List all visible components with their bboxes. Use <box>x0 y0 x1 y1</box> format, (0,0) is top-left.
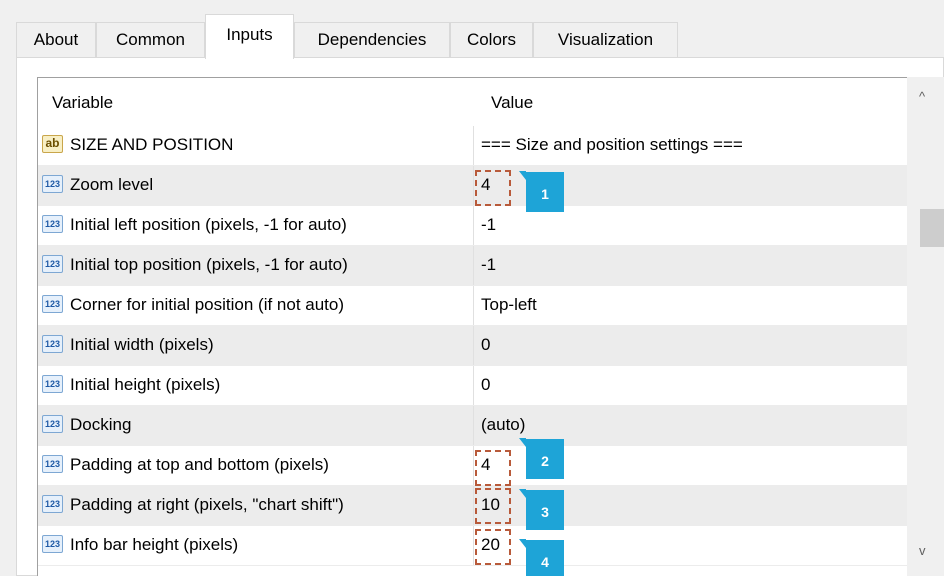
variable-value[interactable]: 0 <box>481 335 490 355</box>
variable-name: Corner for initial position (if not auto… <box>70 295 345 314</box>
cell-divider <box>473 526 474 566</box>
column-header-value[interactable]: Value <box>491 93 533 113</box>
tab-label: Dependencies <box>317 30 427 49</box>
column-header-variable[interactable]: Variable <box>52 93 113 113</box>
integer-icon: 123 <box>42 375 63 393</box>
highlight-box <box>475 488 511 524</box>
tab-dependencies[interactable]: Dependencies <box>294 22 450 58</box>
cell-divider <box>473 326 474 366</box>
variable-name: SIZE AND POSITION <box>70 135 234 154</box>
callout-badge-1: 1 <box>519 171 564 212</box>
grid-row[interactable]: 123 Corner for initial position (if not … <box>38 286 908 326</box>
tab-label: Visualization <box>557 30 654 49</box>
grid-row[interactable]: 123 Initial top position (pixels, -1 for… <box>38 246 908 286</box>
tab-visualization[interactable]: Visualization <box>533 22 678 58</box>
callout-badge-4: 4 <box>519 539 564 576</box>
callout-number: 4 <box>541 554 549 570</box>
grid-row[interactable]: 123 Info bar height (pixels) 20 <box>38 526 908 566</box>
highlight-box <box>475 529 511 565</box>
vertical-scrollbar[interactable]: ^ v <box>907 77 944 576</box>
variable-name: Initial width (pixels) <box>70 335 214 354</box>
integer-icon: 123 <box>42 495 63 513</box>
callout-number: 2 <box>541 453 549 469</box>
callout-number: 3 <box>541 504 549 520</box>
callout-badge-2: 2 <box>519 438 564 479</box>
variable-name: Info bar height (pixels) <box>70 535 239 554</box>
integer-icon: 123 <box>42 335 63 353</box>
cell-divider <box>473 446 474 486</box>
grid-row[interactable]: 123 Docking (auto) <box>38 406 908 446</box>
variable-name: Docking <box>70 415 132 434</box>
string-icon: ab <box>42 135 63 153</box>
integer-icon: 123 <box>42 175 63 193</box>
tab-common[interactable]: Common <box>96 22 205 58</box>
variable-value[interactable]: (auto) <box>481 415 525 435</box>
scrollbar-thumb[interactable] <box>920 209 944 247</box>
grid-row[interactable]: 123 Padding at top and bottom (pixels) 4 <box>38 446 908 486</box>
grid-row[interactable]: 123 Initial height (pixels) 0 <box>38 366 908 406</box>
grid-row[interactable]: 123 Padding at right (pixels, "chart shi… <box>38 486 908 526</box>
integer-icon: 123 <box>42 535 63 553</box>
variable-name: Initial top position (pixels, -1 for aut… <box>70 255 348 274</box>
grid-row[interactable]: ab SIZE AND POSITION === Size and positi… <box>38 126 908 166</box>
integer-icon: 123 <box>42 215 63 233</box>
callout-number: 1 <box>541 186 549 202</box>
highlight-box <box>475 450 511 486</box>
callout-badge-3: 3 <box>519 489 564 530</box>
highlight-box <box>475 170 511 206</box>
grid-row[interactable]: 123 Initial width (pixels) 0 <box>38 326 908 366</box>
variable-value[interactable]: -1 <box>481 215 496 235</box>
variable-name: Padding at top and bottom (pixels) <box>70 455 329 474</box>
scroll-down-icon[interactable]: v <box>919 543 926 558</box>
variable-value[interactable]: === Size and position settings === <box>481 135 743 155</box>
tab-colors[interactable]: Colors <box>450 22 533 58</box>
grid-header: Variable Value <box>38 78 908 126</box>
grid-row[interactable]: 123 Initial left position (pixels, -1 fo… <box>38 206 908 246</box>
scroll-up-icon[interactable]: ^ <box>919 89 925 104</box>
cell-divider <box>473 406 474 446</box>
variable-value[interactable]: -1 <box>481 255 496 275</box>
variable-value[interactable]: 0 <box>481 375 490 395</box>
tab-label: About <box>33 30 79 49</box>
cell-divider <box>473 206 474 246</box>
variable-name: Initial height (pixels) <box>70 375 221 394</box>
cell-divider <box>473 286 474 326</box>
tab-label: Inputs <box>226 25 273 44</box>
tab-inputs[interactable]: Inputs <box>205 14 294 59</box>
tab-label: Colors <box>466 30 517 49</box>
row-divider <box>38 565 908 566</box>
tab-about[interactable]: About <box>16 22 96 58</box>
cell-divider <box>473 246 474 286</box>
variable-value[interactable]: Top-left <box>481 295 537 315</box>
grid-row[interactable]: 123 Zoom level 4 <box>38 166 908 206</box>
variable-name: Padding at right (pixels, "chart shift") <box>70 495 344 514</box>
integer-icon: 123 <box>42 415 63 433</box>
cell-divider <box>473 366 474 406</box>
cell-divider <box>473 166 474 206</box>
tab-label: Common <box>116 30 185 49</box>
integer-icon: 123 <box>42 255 63 273</box>
cell-divider <box>473 126 474 166</box>
inputs-grid: Variable Value ab SIZE AND POSITION === … <box>37 77 944 576</box>
integer-icon: 123 <box>42 455 63 473</box>
variable-name: Initial left position (pixels, -1 for au… <box>70 215 347 234</box>
cell-divider <box>473 486 474 526</box>
variable-name: Zoom level <box>70 175 154 194</box>
integer-icon: 123 <box>42 295 63 313</box>
